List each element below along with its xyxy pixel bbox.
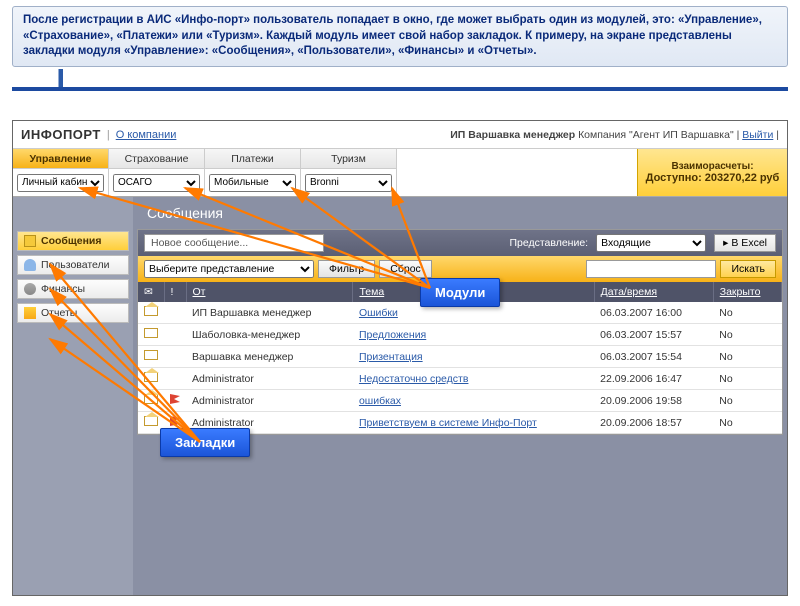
sidebar-item-0[interactable]: Сообщения (17, 231, 129, 251)
cell-datetime: 22.09.2006 16:47 (594, 368, 713, 390)
description-box: После регистрации в АИС «Инфо-порт» поль… (12, 6, 788, 67)
module-tab-3[interactable]: Туризм Bronni (301, 149, 397, 196)
mail-icon (144, 306, 158, 316)
decorative-bars (12, 69, 788, 91)
module-tab-1[interactable]: Страхование ОСАГО (109, 149, 205, 196)
subject-link[interactable]: Ошибки (359, 307, 398, 319)
col-flag[interactable]: ! (164, 282, 186, 302)
section-title: Сообщения (137, 201, 783, 229)
search-input[interactable] (586, 260, 716, 278)
cell-from: ИП Варшавка менеджер (186, 302, 353, 324)
module-label: Туризм (301, 149, 396, 169)
cell-closed: No (713, 412, 781, 434)
ico-msg-icon (24, 235, 36, 247)
flag-icon (170, 394, 180, 404)
cell-closed: No (713, 324, 781, 346)
module-select[interactable]: Личный кабинет (17, 174, 104, 192)
cell-closed: No (713, 302, 781, 324)
cell-subject: Приветствуем в системе Инфо-Порт (353, 412, 594, 434)
content: Сообщения Новое сообщение... Представлен… (133, 197, 787, 595)
cell-from: Administrator (186, 390, 353, 412)
col-closed[interactable]: Закрыто (713, 282, 781, 302)
callout-tabs: Закладки (160, 428, 250, 457)
subject-link[interactable]: Призентация (359, 351, 423, 363)
view-select[interactable]: Входящие (596, 234, 706, 252)
reset-button[interactable]: Сброс (379, 260, 432, 278)
filter-button[interactable]: Фильтр (318, 260, 375, 278)
toolbar-primary: Новое сообщение... Представление: Входящ… (138, 230, 782, 256)
excel-button[interactable]: ▸В Excel (714, 234, 776, 252)
cell-datetime: 20.09.2006 19:58 (594, 390, 713, 412)
about-link[interactable]: О компании (116, 129, 177, 141)
col-from[interactable]: От (186, 282, 353, 302)
subject-link[interactable]: Приветствуем в системе Инфо-Порт (359, 417, 537, 429)
cell-subject: Предложения (353, 324, 594, 346)
module-tab-2[interactable]: Платежи Мобильные (205, 149, 301, 196)
mail-icon (144, 372, 158, 382)
sidebar-item-3[interactable]: Отчеты (17, 303, 129, 323)
col-datetime[interactable]: Дата/время (594, 282, 713, 302)
module-label: Страхование (109, 149, 204, 169)
table-row[interactable]: Варшавка менеджер Призентация 06.03.2007 1… (138, 346, 782, 368)
col-icon[interactable]: ✉ (138, 282, 164, 302)
balance-box: Взаиморасчеты: Доступно: 203270,22 руб (637, 149, 787, 196)
mail-icon (144, 350, 158, 360)
ico-user-icon (24, 259, 36, 271)
cell-from: Варшавка менеджер (186, 346, 353, 368)
cell-subject: Недостаточно средств (353, 368, 594, 390)
module-row: Управление Личный кабинет Страхование ОСАГО… (13, 149, 787, 197)
cell-datetime: 20.09.2006 18:57 (594, 412, 713, 434)
module-label: Платежи (205, 149, 300, 169)
app-frame: ИНФОПОРТ | О компании ИП Варшавка менедж… (12, 120, 788, 596)
topbar: ИНФОПОРТ | О компании ИП Варшавка менедж… (13, 121, 787, 149)
subject-link[interactable]: ошибках (359, 395, 401, 407)
callout-modules: Модули (420, 278, 500, 307)
new-message-input[interactable]: Новое сообщение... (144, 234, 324, 252)
cell-closed: No (713, 346, 781, 368)
sidebar: Сообщения Пользователи Финансы Отчеты (13, 197, 133, 595)
representation-select[interactable]: Выберите представление (144, 260, 314, 278)
logout-link[interactable]: Выйти (742, 129, 773, 141)
cell-subject: ошибках (353, 390, 594, 412)
module-select[interactable]: Bronni (305, 174, 392, 192)
sidebar-label: Сообщения (41, 235, 102, 247)
search-button[interactable]: Искать (720, 260, 776, 278)
ico-fin-icon (24, 283, 36, 295)
topbar-right: ИП Варшавка менеджер Компания "Агент ИП … (450, 129, 779, 141)
sidebar-item-2[interactable]: Финансы (17, 279, 129, 299)
sidebar-label: Пользователи (41, 259, 110, 271)
messages-panel: Новое сообщение... Представление: Входящ… (137, 229, 783, 435)
module-select[interactable]: Мобильные (209, 174, 296, 192)
mail-icon (144, 328, 158, 338)
cell-closed: No (713, 390, 781, 412)
cell-datetime: 06.03.2007 16:00 (594, 302, 713, 324)
flag-icon (170, 416, 180, 426)
mail-icon (144, 416, 158, 426)
table-row[interactable]: Administrator Недостаточно средств 22.09.2… (138, 368, 782, 390)
sidebar-label: Отчеты (41, 307, 77, 319)
module-select[interactable]: ОСАГО (113, 174, 200, 192)
arrow-icon: ▸ (723, 237, 728, 249)
logo: ИНФОПОРТ (21, 127, 101, 142)
subject-link[interactable]: Недостаточно средств (359, 373, 469, 385)
subject-link[interactable]: Предложения (359, 329, 426, 341)
module-label: Управление (13, 149, 108, 169)
cell-datetime: 06.03.2007 15:57 (594, 324, 713, 346)
cell-from: Administrator (186, 368, 353, 390)
module-tab-0[interactable]: Управление Личный кабинет (13, 149, 109, 196)
sidebar-label: Финансы (41, 283, 85, 295)
sidebar-item-1[interactable]: Пользователи (17, 255, 129, 275)
ico-rep-icon (24, 307, 36, 319)
cell-datetime: 06.03.2007 15:54 (594, 346, 713, 368)
cell-subject: Призентация (353, 346, 594, 368)
table-row[interactable]: Шаболовка-менеджер Предложения 06.03.2007 … (138, 324, 782, 346)
cell-from: Шаболовка-менеджер (186, 324, 353, 346)
table-row[interactable]: Administrator ошибках 20.09.2006 19:58No (138, 390, 782, 412)
mail-icon (144, 394, 158, 404)
cell-closed: No (713, 368, 781, 390)
view-label: Представление: (509, 237, 588, 249)
